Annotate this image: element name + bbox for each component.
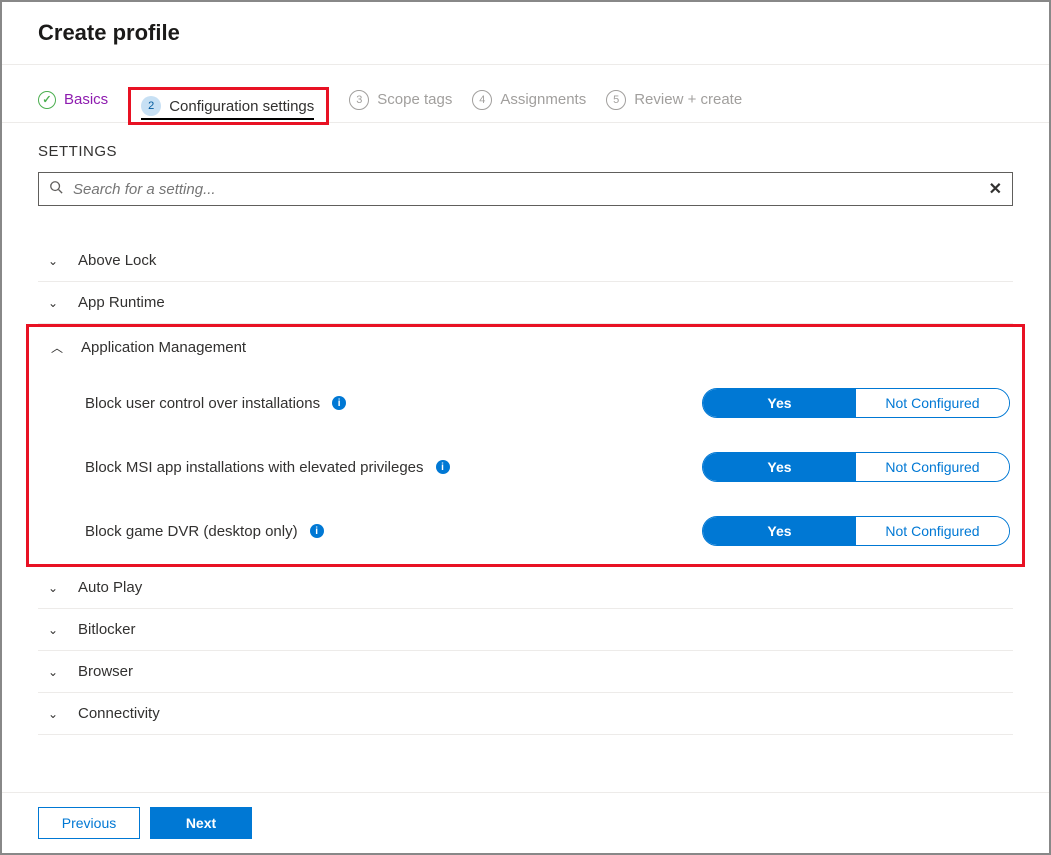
- tab-label: Review + create: [634, 91, 742, 108]
- category-label: App Runtime: [78, 294, 165, 311]
- category-connectivity[interactable]: ⌄ Connectivity: [38, 693, 1013, 735]
- toggle-opt-yes[interactable]: Yes: [703, 453, 856, 481]
- category-bitlocker[interactable]: ⌄ Bitlocker: [38, 609, 1013, 651]
- tab-underline: [141, 118, 314, 120]
- chevron-up-icon: ︿: [51, 339, 65, 356]
- toggle-block-game-dvr[interactable]: Yes Not Configured: [702, 516, 1010, 546]
- wizard-tabs: ✓ Basics 2 Configuration settings 3 Scop…: [2, 65, 1049, 123]
- setting-block-msi-elevated: Block MSI app installations with elevate…: [85, 452, 1010, 482]
- category-application-management[interactable]: ︿ Application Management: [41, 327, 1010, 368]
- toggle-opt-not-configured[interactable]: Not Configured: [856, 453, 1009, 481]
- tab-review-create[interactable]: 5 Review + create: [606, 90, 742, 120]
- setting-label: Block MSI app installations with elevate…: [85, 459, 424, 476]
- category-label: Auto Play: [78, 579, 142, 596]
- chevron-down-icon: ⌄: [48, 296, 62, 310]
- category-auto-play[interactable]: ⌄ Auto Play: [38, 567, 1013, 609]
- search-box[interactable]: ✕: [38, 172, 1013, 206]
- settings-list: Block user control over installations i …: [41, 388, 1010, 546]
- info-icon[interactable]: i: [310, 524, 324, 538]
- setting-block-user-control: Block user control over installations i …: [85, 388, 1010, 418]
- tab-assignments[interactable]: 4 Assignments: [472, 90, 586, 120]
- setting-block-game-dvr: Block game DVR (desktop only) i Yes Not …: [85, 516, 1010, 546]
- category-label: Application Management: [81, 339, 246, 356]
- wizard-footer: Previous Next: [2, 792, 1049, 853]
- category-label: Browser: [78, 663, 133, 680]
- setting-label: Block user control over installations: [85, 395, 320, 412]
- tab-label: Basics: [64, 91, 108, 108]
- search-icon: [49, 180, 63, 199]
- clear-icon[interactable]: ✕: [989, 179, 1002, 199]
- chevron-down-icon: ⌄: [48, 254, 62, 268]
- toggle-opt-yes[interactable]: Yes: [703, 389, 856, 417]
- category-label: Above Lock: [78, 252, 156, 269]
- check-icon: ✓: [38, 91, 56, 109]
- setting-label: Block game DVR (desktop only): [85, 523, 298, 540]
- next-button[interactable]: Next: [150, 807, 252, 839]
- chevron-down-icon: ⌄: [48, 581, 62, 595]
- highlight-box-tab: 2 Configuration settings: [128, 87, 329, 125]
- highlight-box-category: ︿ Application Management Block user cont…: [26, 324, 1025, 567]
- category-label: Bitlocker: [78, 621, 136, 638]
- toggle-opt-not-configured[interactable]: Not Configured: [856, 517, 1009, 545]
- category-app-runtime[interactable]: ⌄ App Runtime: [38, 282, 1013, 324]
- chevron-down-icon: ⌄: [48, 665, 62, 679]
- category-browser[interactable]: ⌄ Browser: [38, 651, 1013, 693]
- step-num-icon: 5: [606, 90, 626, 110]
- tab-label: Assignments: [500, 91, 586, 108]
- step-num-icon: 2: [141, 96, 161, 116]
- info-icon[interactable]: i: [436, 460, 450, 474]
- step-num-icon: 4: [472, 90, 492, 110]
- page-title: Create profile: [38, 20, 1049, 46]
- chevron-down-icon: ⌄: [48, 707, 62, 721]
- info-icon[interactable]: i: [332, 396, 346, 410]
- toggle-block-msi-elevated[interactable]: Yes Not Configured: [702, 452, 1010, 482]
- tab-label: Configuration settings: [169, 98, 314, 115]
- previous-button[interactable]: Previous: [38, 807, 140, 839]
- toggle-block-user-control[interactable]: Yes Not Configured: [702, 388, 1010, 418]
- toggle-opt-yes[interactable]: Yes: [703, 517, 856, 545]
- search-input[interactable]: [73, 181, 979, 198]
- section-heading: SETTINGS: [2, 123, 1049, 172]
- tab-label: Scope tags: [377, 91, 452, 108]
- chevron-down-icon: ⌄: [48, 623, 62, 637]
- categories-list: ⌄ Above Lock ⌄ App Runtime ︿ Application…: [2, 240, 1049, 735]
- category-label: Connectivity: [78, 705, 160, 722]
- tab-configuration-settings[interactable]: 2 Configuration settings: [141, 96, 314, 116]
- step-num-icon: 3: [349, 90, 369, 110]
- toggle-opt-not-configured[interactable]: Not Configured: [856, 389, 1009, 417]
- tab-scope-tags[interactable]: 3 Scope tags: [349, 90, 452, 120]
- category-above-lock[interactable]: ⌄ Above Lock: [38, 240, 1013, 282]
- tab-basics[interactable]: ✓ Basics: [38, 91, 108, 119]
